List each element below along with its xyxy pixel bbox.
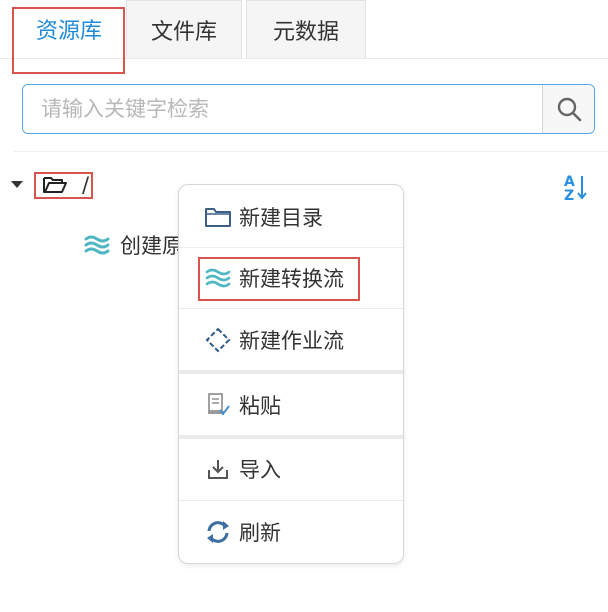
menu-item-new-job-flow[interactable]: 新建作业流 (179, 322, 403, 358)
tab-label: 文件库 (150, 19, 217, 45)
sort-az-icon[interactable]: A Z (562, 172, 590, 202)
menu-item-refresh[interactable]: 刷新 (179, 514, 403, 550)
context-menu: 新建目录 新建转换流 新建作业流 粘贴 导入 刷新 (178, 184, 404, 564)
menu-item-paste[interactable]: 粘贴 (179, 387, 403, 423)
transform-flow-icon (203, 263, 233, 293)
tab-label: 资源库 (35, 19, 102, 44)
transform-flow-icon (84, 235, 110, 255)
folder-icon (203, 202, 233, 232)
expand-caret-icon[interactable] (11, 181, 23, 188)
menu-item-new-transform-flow[interactable]: 新建转换流 (179, 260, 403, 296)
open-folder-icon (43, 177, 67, 193)
tree-child-label: 创建原 (120, 234, 183, 258)
search-input[interactable] (23, 85, 542, 133)
tab-label: 元数据 (272, 19, 339, 45)
search-button[interactable] (542, 85, 594, 133)
menu-divider (179, 435, 403, 439)
toolbar-divider (14, 151, 608, 152)
menu-item-label: 粘贴 (239, 394, 281, 418)
tab-file-library[interactable]: 文件库 (126, 0, 242, 58)
tree-root-node[interactable]: / (36, 172, 92, 198)
menu-divider (179, 308, 403, 309)
tab-metadata[interactable]: 元数据 (246, 0, 366, 58)
menu-divider (179, 500, 403, 501)
menu-divider (179, 370, 403, 374)
tab-resource-library[interactable]: 资源库 (14, 0, 124, 58)
menu-item-label: 导入 (239, 458, 281, 482)
paste-icon (203, 390, 233, 420)
svg-text:Z: Z (564, 188, 574, 202)
search-icon (557, 97, 581, 122)
menu-divider (179, 247, 403, 248)
menu-item-label: 刷新 (239, 521, 281, 545)
menu-item-import[interactable]: 导入 (179, 451, 403, 487)
tree-root-label: / (82, 173, 90, 197)
menu-item-label: 新建作业流 (239, 329, 344, 353)
tree-child-node[interactable]: 创建原 (84, 230, 183, 260)
refresh-icon (203, 517, 233, 547)
menu-item-label: 新建目录 (239, 206, 323, 230)
job-flow-icon (203, 325, 233, 355)
menu-item-label: 新建转换流 (239, 267, 344, 291)
menu-item-new-folder[interactable]: 新建目录 (179, 199, 403, 235)
search-bar (22, 84, 595, 134)
import-icon (203, 454, 233, 484)
tab-divider (0, 58, 608, 59)
